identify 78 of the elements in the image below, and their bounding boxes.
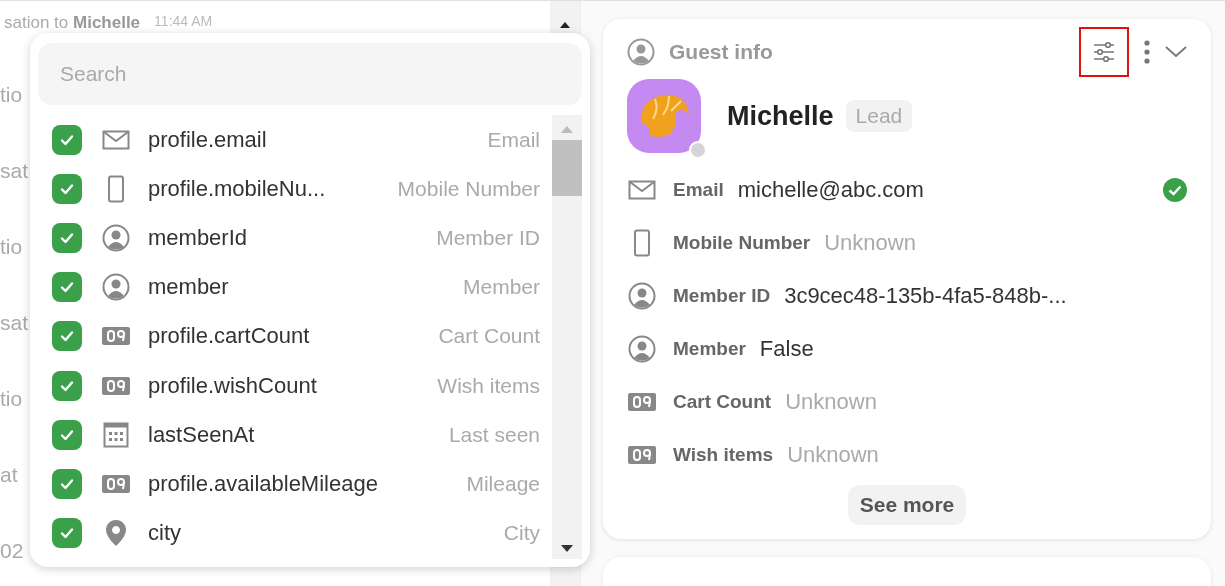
field-label: Member ID: [673, 284, 771, 307]
checkbox[interactable]: [52, 419, 82, 450]
field-key: profile.cartCount: [148, 323, 310, 350]
conversation-snippet: at: [0, 463, 19, 487]
phone-icon: [633, 228, 651, 257]
checkbox[interactable]: [52, 468, 82, 499]
person-icon: [627, 38, 655, 66]
field-label: Member: [461, 275, 540, 300]
checkbox[interactable]: [52, 124, 82, 155]
person-icon: [628, 281, 656, 310]
more-icon[interactable]: [1143, 39, 1151, 65]
number-icon: [628, 445, 656, 464]
field-key: memberId: [148, 224, 248, 251]
field-label: Wish items: [673, 443, 774, 466]
field-key: profile.email: [148, 126, 267, 153]
search-field[interactable]: Search: [38, 43, 582, 105]
pin-icon: [105, 519, 127, 548]
field-value: Unknown: [824, 229, 916, 256]
person-icon: [102, 273, 130, 302]
field-key: profile.availableMileage: [148, 470, 378, 497]
checkbox[interactable]: [52, 222, 82, 253]
field-key: city: [148, 520, 181, 547]
conversation-snippet: sation to Michelle: [4, 13, 141, 33]
field-label: Wish items: [436, 373, 540, 398]
conversation-snippet: 02: [0, 539, 25, 563]
field-value: 3c9cec48-135b-4fa5-848b-...: [784, 282, 1067, 309]
field-value: Unknown: [787, 441, 879, 468]
conversation-snippet: sat: [0, 159, 28, 183]
phone-icon: [107, 174, 125, 203]
number-icon: [102, 327, 130, 346]
field-label: Email: [486, 127, 540, 152]
conversation-snippet: tio: [0, 83, 24, 107]
field-key: member: [148, 274, 229, 301]
conversation-snippet: tio: [0, 235, 24, 259]
field-label: City: [502, 521, 540, 546]
calendar-icon: [103, 421, 129, 448]
field-label: Mobile Number: [673, 231, 811, 254]
field-key: profile.wishCount: [148, 372, 317, 399]
field-value: michelle@abc.com: [737, 176, 924, 203]
person-icon: [628, 334, 656, 363]
field-key: lastSeenAt: [148, 421, 255, 448]
conversation-snippet: tio: [0, 387, 24, 411]
field-label: Member: [673, 337, 746, 360]
field-label: Mileage: [465, 471, 540, 496]
field-label: Mobile Number: [396, 176, 540, 201]
checkbox[interactable]: [52, 518, 82, 549]
envelope-icon: [102, 129, 130, 150]
sliders-icon: [1093, 41, 1115, 63]
field-label: Email: [673, 178, 724, 201]
checkbox[interactable]: [52, 321, 82, 352]
chevron-down-icon[interactable]: [1165, 46, 1187, 58]
lead-badge: Lead: [845, 100, 913, 132]
conversation-snippet: sat: [0, 311, 28, 335]
field-label: Member ID: [435, 225, 540, 250]
checkbox[interactable]: [52, 370, 82, 401]
checkbox[interactable]: [52, 173, 82, 204]
field-value: Unknown: [785, 388, 877, 415]
scroll-up-icon[interactable]: [559, 21, 571, 29]
guest-name: Michelle: [727, 100, 834, 132]
envelope-icon: [628, 179, 656, 200]
number-icon: [102, 376, 130, 395]
scrollbar[interactable]: [552, 115, 582, 559]
person-icon: [102, 223, 130, 252]
field-value: False: [759, 335, 814, 362]
see-more-button[interactable]: See more: [847, 485, 967, 525]
field-label: Cart Count: [673, 390, 772, 413]
checkbox[interactable]: [52, 272, 82, 303]
scrollbar-thumb[interactable]: [552, 140, 582, 196]
field-key: profile.mobileNu...: [148, 175, 326, 202]
field-label: Last seen: [447, 422, 540, 447]
message-time: 11:44 AM: [154, 13, 213, 31]
field-label: Cart Count: [437, 324, 540, 349]
number-icon: [102, 474, 130, 493]
scroll-down-icon[interactable]: [560, 544, 574, 553]
settings-button[interactable]: [1079, 27, 1129, 77]
croissant-icon: [627, 79, 701, 153]
card-title: Guest info: [669, 40, 773, 64]
number-icon: [628, 392, 656, 411]
